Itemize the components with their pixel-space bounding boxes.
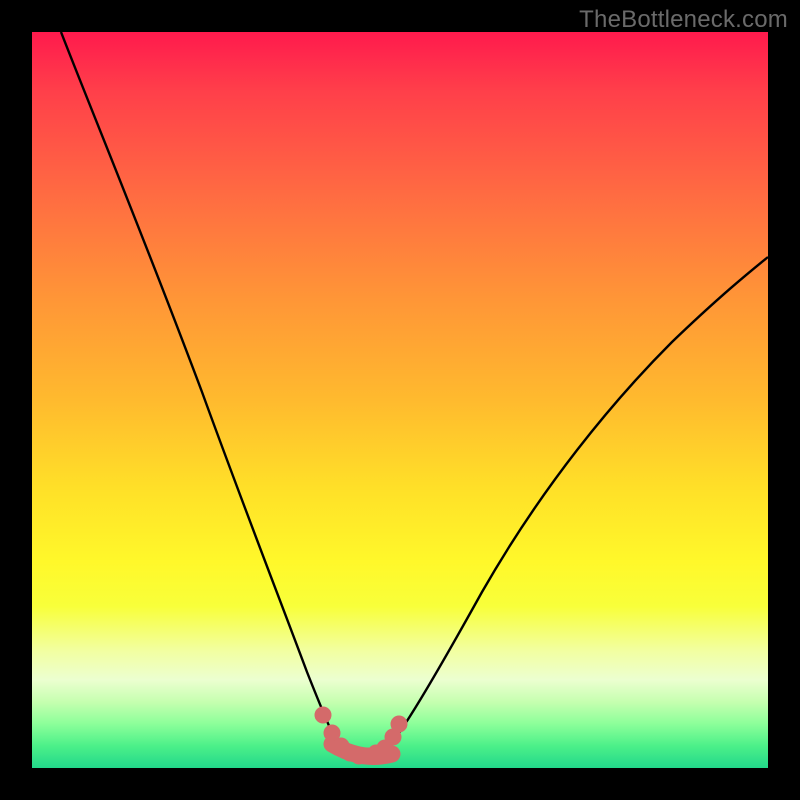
marker-dot bbox=[315, 707, 331, 723]
curve-right-branch bbox=[385, 257, 768, 752]
plot-area bbox=[32, 32, 768, 768]
curve-layer bbox=[32, 32, 768, 768]
watermark-text: TheBottleneck.com bbox=[579, 6, 788, 34]
curve-left-branch bbox=[61, 32, 341, 752]
chart-frame: TheBottleneck.com bbox=[0, 0, 800, 800]
marker-dot bbox=[391, 716, 407, 732]
